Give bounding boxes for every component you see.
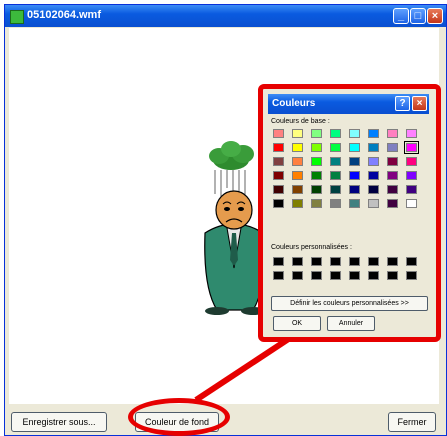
color-swatch[interactable] — [349, 199, 360, 208]
custom-color-swatch[interactable] — [311, 271, 322, 280]
color-swatch[interactable] — [311, 157, 322, 166]
maximize-button[interactable]: □ — [410, 8, 426, 24]
color-swatch[interactable] — [368, 185, 379, 194]
color-swatch[interactable] — [387, 143, 398, 152]
color-swatch[interactable] — [368, 129, 379, 138]
custom-color-swatch[interactable] — [292, 257, 303, 266]
color-swatch[interactable] — [406, 157, 417, 166]
custom-color-swatch[interactable] — [406, 271, 417, 280]
title-bar[interactable]: 05102064.wmf _ □ × — [5, 5, 446, 27]
color-swatch[interactable] — [311, 185, 322, 194]
color-swatch[interactable] — [273, 185, 284, 194]
help-button[interactable]: ? — [395, 96, 410, 111]
close-button[interactable]: × — [427, 8, 443, 24]
color-swatch[interactable] — [330, 129, 341, 138]
color-swatch[interactable] — [273, 199, 284, 208]
color-swatch[interactable] — [406, 199, 417, 208]
color-swatch[interactable] — [406, 185, 417, 194]
color-swatch[interactable] — [273, 157, 284, 166]
color-swatch[interactable] — [368, 171, 379, 180]
color-swatch[interactable] — [292, 143, 303, 152]
color-swatch[interactable] — [406, 129, 417, 138]
color-swatch[interactable] — [311, 129, 322, 138]
basic-colors-label: Couleurs de base : — [271, 118, 330, 125]
color-swatch[interactable] — [273, 129, 284, 138]
color-swatch[interactable] — [349, 143, 360, 152]
color-swatch[interactable] — [311, 171, 322, 180]
color-swatch[interactable] — [368, 143, 379, 152]
color-swatch[interactable] — [349, 171, 360, 180]
color-swatch[interactable] — [311, 199, 322, 208]
custom-color-swatch[interactable] — [349, 257, 360, 266]
sad-man-illustration — [204, 190, 265, 315]
app-icon — [10, 10, 24, 24]
annotation-ellipse — [128, 398, 230, 436]
color-swatch[interactable] — [330, 199, 341, 208]
custom-color-swatch[interactable] — [311, 257, 322, 266]
custom-color-swatch[interactable] — [368, 257, 379, 266]
color-swatch[interactable] — [330, 157, 341, 166]
color-swatch[interactable] — [387, 157, 398, 166]
color-swatch[interactable] — [387, 129, 398, 138]
color-swatch[interactable] — [387, 185, 398, 194]
dialog-close-button[interactable]: × — [412, 96, 427, 111]
window-title: 05102064.wmf — [27, 9, 101, 21]
custom-color-swatch[interactable] — [349, 271, 360, 280]
close-window-button[interactable]: Fermer — [388, 412, 436, 432]
custom-color-swatch[interactable] — [273, 271, 284, 280]
custom-color-swatch[interactable] — [387, 257, 398, 266]
color-swatch[interactable] — [349, 129, 360, 138]
custom-color-swatch[interactable] — [387, 271, 398, 280]
color-dialog-title: Couleurs — [272, 98, 316, 109]
define-custom-colors-button[interactable]: Définir les couleurs personnalisées >> — [271, 296, 428, 311]
cancel-button[interactable]: Annuler — [327, 316, 375, 331]
color-swatch[interactable] — [292, 185, 303, 194]
color-swatch[interactable] — [292, 129, 303, 138]
color-swatch[interactable] — [330, 143, 341, 152]
color-swatch[interactable] — [404, 141, 419, 154]
color-swatch[interactable] — [349, 157, 360, 166]
color-dialog-title-bar[interactable]: Couleurs ? × — [268, 94, 429, 114]
custom-color-swatch[interactable] — [406, 257, 417, 266]
color-swatch[interactable] — [368, 199, 379, 208]
color-swatch[interactable] — [273, 143, 284, 152]
custom-color-swatch[interactable] — [368, 271, 379, 280]
color-swatch[interactable] — [292, 199, 303, 208]
minimize-button[interactable]: _ — [393, 8, 409, 24]
color-dialog: Couleurs ? × Couleurs de base : Couleurs… — [258, 84, 441, 342]
custom-color-swatch[interactable] — [330, 271, 341, 280]
save-as-button[interactable]: Enregistrer sous... — [11, 412, 107, 432]
custom-color-swatch[interactable] — [292, 271, 303, 280]
color-swatch[interactable] — [292, 157, 303, 166]
color-swatch[interactable] — [273, 171, 284, 180]
color-swatch[interactable] — [311, 143, 322, 152]
custom-colors-label: Couleurs personnalisées : — [271, 244, 352, 251]
color-swatch[interactable] — [292, 171, 303, 180]
color-swatch[interactable] — [368, 157, 379, 166]
color-swatch[interactable] — [387, 171, 398, 180]
color-swatch[interactable] — [349, 185, 360, 194]
ok-button[interactable]: OK — [273, 316, 321, 331]
custom-color-swatch[interactable] — [273, 257, 284, 266]
color-swatch[interactable] — [330, 171, 341, 180]
color-swatch[interactable] — [330, 185, 341, 194]
custom-color-swatch[interactable] — [330, 257, 341, 266]
color-swatch[interactable] — [387, 199, 398, 208]
color-swatch[interactable] — [406, 171, 417, 180]
